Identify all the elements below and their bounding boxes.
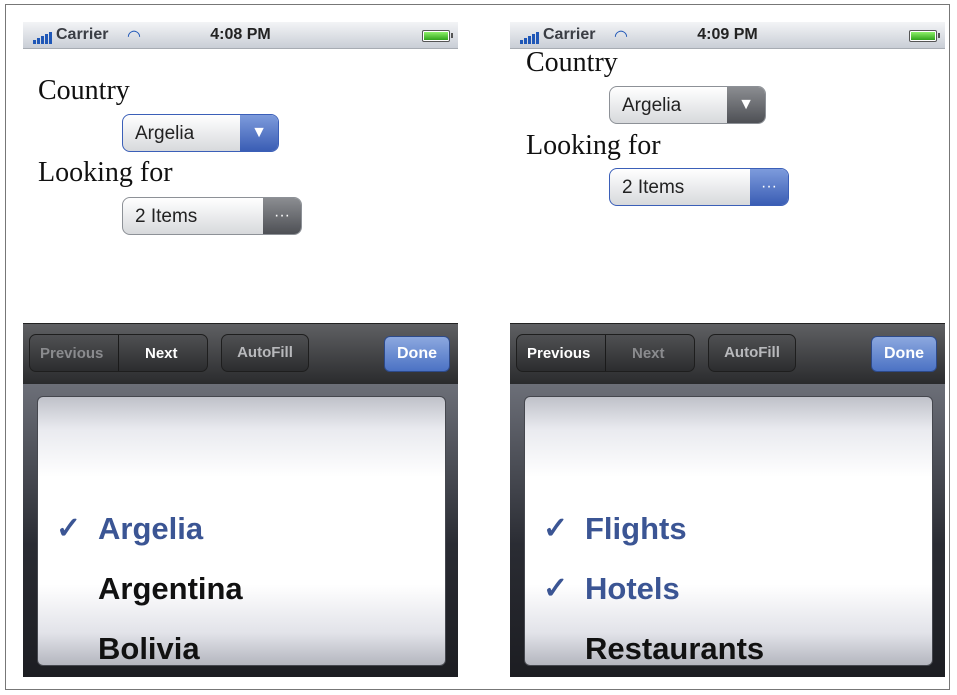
picker-option-bolivia[interactable]: Bolivia: [38, 625, 445, 666]
picker-option-label: Bolivia: [98, 631, 200, 666]
next-button[interactable]: Next: [145, 345, 178, 362]
looking-for-select-value: 2 Items: [135, 206, 198, 227]
prev-next-control: Previous Next: [516, 334, 695, 372]
picker-option-label: Argelia: [98, 511, 204, 546]
previous-button[interactable]: Previous: [527, 345, 590, 362]
country-select-value: Argelia: [135, 123, 195, 144]
triangle-down-icon: ▼: [240, 115, 278, 151]
looking-for-label: Looking for: [526, 130, 661, 161]
looking-for-label: Looking for: [38, 157, 173, 188]
picker-option-argelia[interactable]: ✓ Argelia: [38, 505, 445, 555]
phone-screen-left: Carrier ◠ 4:08 PM Country Argelia ▼ Look…: [23, 22, 458, 677]
picker-option-label: Restaurants: [585, 631, 765, 666]
checkmark-icon: ✓: [543, 512, 569, 545]
phone-screen-right: Carrier ◠ 4:09 PM Country Argelia ▼ Look…: [510, 22, 945, 677]
picker-option-label: Flights: [585, 511, 687, 546]
status-time: 4:09 PM: [697, 26, 758, 43]
picker-option-label: Hotels: [585, 571, 680, 606]
country-label: Country: [526, 47, 618, 78]
picker-option-flights[interactable]: ✓ Flights: [525, 505, 932, 555]
picker-option-restaurants[interactable]: Restaurants: [525, 625, 932, 666]
segment-divider: [118, 335, 119, 371]
picker-option-hotels[interactable]: ✓ Hotels: [525, 565, 932, 615]
prev-next-control: Previous Next: [29, 334, 208, 372]
country-select[interactable]: Argelia ▼: [122, 114, 279, 152]
done-button[interactable]: Done: [871, 336, 937, 372]
keyboard-toolbar: Previous Next AutoFill Done: [510, 323, 945, 384]
autofill-button[interactable]: AutoFill: [708, 334, 796, 372]
ellipsis-icon: ···: [263, 198, 301, 234]
country-select[interactable]: Argelia ▼: [609, 86, 766, 124]
status-bar: Carrier ◠ 4:08 PM: [23, 22, 458, 49]
battery-icon: [422, 30, 453, 42]
country-select-value: Argelia: [622, 95, 682, 116]
looking-for-select[interactable]: 2 Items ···: [609, 168, 789, 206]
country-label: Country: [38, 75, 130, 106]
done-button[interactable]: Done: [384, 336, 450, 372]
triangle-down-icon: ▼: [727, 87, 765, 123]
picker-wheel[interactable]: ✓ Argelia Argentina Bolivia: [37, 396, 446, 666]
looking-for-select[interactable]: 2 Items ···: [122, 197, 302, 235]
status-time: 4:08 PM: [210, 26, 271, 43]
keyboard-toolbar: Previous Next AutoFill Done: [23, 323, 458, 384]
previous-button[interactable]: Previous: [40, 345, 103, 362]
ellipsis-icon: ···: [750, 169, 788, 205]
autofill-button[interactable]: AutoFill: [221, 334, 309, 372]
picker-option-argentina[interactable]: Argentina: [38, 565, 445, 615]
checkmark-icon: ✓: [56, 512, 82, 545]
next-button[interactable]: Next: [632, 345, 665, 362]
checkmark-icon: ✓: [543, 572, 569, 605]
status-bar: Carrier ◠ 4:09 PM: [510, 22, 945, 49]
looking-for-select-value: 2 Items: [622, 177, 685, 198]
battery-icon: [909, 30, 940, 42]
picker-option-label: Argentina: [98, 571, 243, 606]
segment-divider: [605, 335, 606, 371]
picker-wheel[interactable]: ✓ Flights ✓ Hotels Restaurants: [524, 396, 933, 666]
